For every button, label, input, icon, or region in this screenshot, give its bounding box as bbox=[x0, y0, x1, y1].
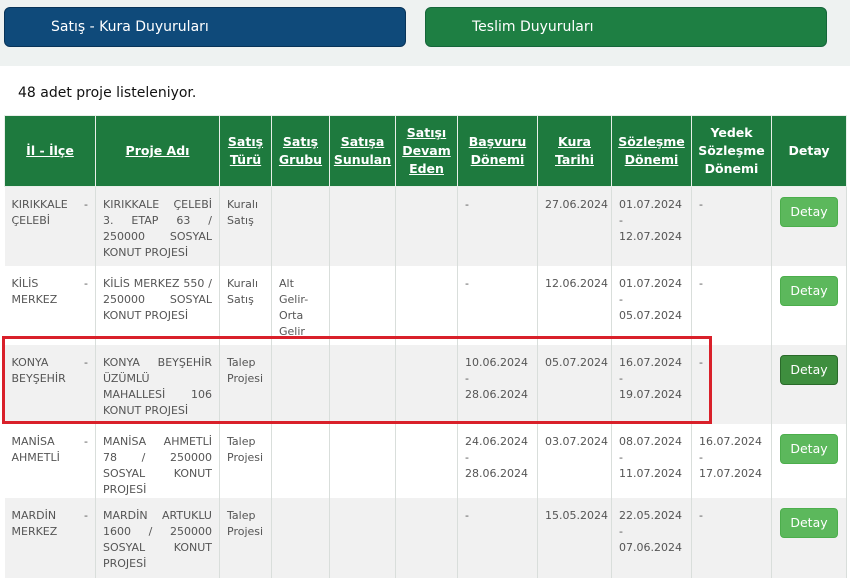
yedek-sozlesme-donemi-cell: - bbox=[691, 265, 772, 345]
sozlesme-donemi-cell: 22.05.2024 - 07.06.2024 bbox=[611, 497, 692, 578]
sozlesme-donemi-cell: 01.07.2024 - 12.07.2024 bbox=[611, 186, 692, 266]
satisi-devam-eden-cell bbox=[395, 423, 458, 498]
header-detay: Detay bbox=[771, 115, 847, 187]
satis-grubu-cell bbox=[271, 344, 330, 424]
header-satisi-devam-eden[interactable]: Satışı Devam Eden bbox=[395, 115, 458, 187]
il-ilce-cell: MANİSA - AHMETLİ bbox=[4, 423, 96, 498]
sozlesme-donemi-cell: 16.07.2024 - 19.07.2024 bbox=[611, 344, 692, 424]
satis-turu-cell: Talep Projesi bbox=[219, 497, 272, 578]
basvuru-donemi-cell: - bbox=[457, 186, 538, 266]
satisa-sunulan-cell bbox=[329, 344, 396, 424]
yedek-sozlesme-donemi-cell: - bbox=[691, 497, 772, 578]
header-yedek-sozlesme-donemi: Yedek Sözleşme Dönemi bbox=[691, 115, 772, 187]
kura-tarihi-cell: 05.07.2024 bbox=[537, 344, 612, 424]
basvuru-donemi-cell: 24.06.2024 - 28.06.2024 bbox=[457, 423, 538, 498]
basvuru-donemi-cell: - bbox=[457, 497, 538, 578]
table-row: KİLİS - MERKEZ KİLİS MERKEZ 550 / 250000 S… bbox=[4, 265, 847, 345]
kura-tarihi-cell: 27.06.2024 bbox=[537, 186, 612, 266]
satis-grubu-cell bbox=[271, 497, 330, 578]
detay-button[interactable]: Detay bbox=[780, 275, 838, 306]
proje-adi-cell: KIRIKKALE ÇELEBİ 3. ETAP 63 / 250000 SOS… bbox=[95, 186, 220, 266]
detay-button[interactable]: Detay bbox=[780, 433, 838, 464]
satisa-sunulan-cell bbox=[329, 423, 396, 498]
header-sozlesme-donemi[interactable]: Sözleşme Dönemi bbox=[611, 115, 692, 187]
satis-turu-cell: Kuralı Satış bbox=[219, 186, 272, 266]
basvuru-donemi-cell: - bbox=[457, 265, 538, 345]
detay-cell: Detay bbox=[771, 497, 847, 578]
yedek-sozlesme-donemi-cell: - bbox=[691, 344, 772, 424]
yedek-sozlesme-donemi-cell: 16.07.2024 - 17.07.2024 bbox=[691, 423, 772, 498]
sales-lottery-announcements-tab[interactable]: Satış - Kura Duyuruları bbox=[4, 7, 406, 47]
il-ilce-cell: KIRIKKALE - ÇELEBİ bbox=[4, 186, 96, 266]
yedek-sozlesme-donemi-cell: - bbox=[691, 186, 772, 266]
detay-cell: Detay bbox=[771, 344, 847, 424]
basvuru-donemi-cell: 10.06.2024 - 28.06.2024 bbox=[457, 344, 538, 424]
il-ilce-cell: KİLİS - MERKEZ bbox=[4, 265, 96, 345]
detay-cell: Detay bbox=[771, 186, 847, 266]
il-ilce-cell: KONYA - BEYŞEHİR bbox=[4, 344, 96, 424]
header-il-ilce[interactable]: İl - İlçe bbox=[4, 115, 96, 187]
kura-tarihi-cell: 12.06.2024 bbox=[537, 265, 612, 345]
header-satis-turu[interactable]: Satış Türü bbox=[219, 115, 272, 187]
satisa-sunulan-cell bbox=[329, 497, 396, 578]
satis-turu-cell: Kuralı Satış bbox=[219, 265, 272, 345]
proje-adi-cell: MARDİN ARTUKLU 1600 / 250000 SOSYAL KONU… bbox=[95, 497, 220, 578]
project-table: İl - İlçe Proje Adı Satış Türü Satış Gru… bbox=[4, 115, 847, 578]
kura-tarihi-cell: 15.05.2024 bbox=[537, 497, 612, 578]
satisi-devam-eden-cell bbox=[395, 344, 458, 424]
header-satisa-sunulan[interactable]: Satışa Sunulan bbox=[329, 115, 396, 187]
kura-tarihi-cell: 03.07.2024 bbox=[537, 423, 612, 498]
header-basvuru-donemi[interactable]: Başvuru Dönemi bbox=[457, 115, 538, 187]
delivery-announcements-tab[interactable]: Teslim Duyuruları bbox=[425, 7, 827, 47]
satis-grubu-cell: Alt Gelir-Orta Gelir bbox=[271, 265, 330, 345]
sozlesme-donemi-cell: 01.07.2024 - 05.07.2024 bbox=[611, 265, 692, 345]
satisa-sunulan-cell bbox=[329, 186, 396, 266]
detay-button[interactable]: Detay bbox=[780, 197, 838, 227]
announcement-tabs-area: Satış - Kura Duyuruları Teslim Duyurular… bbox=[0, 0, 850, 66]
il-ilce-cell: MARDİN - MERKEZ bbox=[4, 497, 96, 578]
header-kura-tarihi[interactable]: Kura Tarihi bbox=[537, 115, 612, 187]
proje-adi-cell: MANİSA AHMETLİ 78 / 250000 SOSYAL KONUT … bbox=[95, 423, 220, 498]
detay-button[interactable]: Detay bbox=[780, 507, 838, 538]
satis-grubu-cell bbox=[271, 423, 330, 498]
proje-adi-cell: KİLİS MERKEZ 550 / 250000 SOSYAL KONUT P… bbox=[95, 265, 220, 345]
detay-cell: Detay bbox=[771, 265, 847, 345]
table-header-row: İl - İlçe Proje Adı Satış Türü Satış Gru… bbox=[4, 115, 847, 187]
satis-turu-cell: Talep Projesi bbox=[219, 423, 272, 498]
proje-adi-cell: KONYA BEYŞEHİR ÜZÜMLÜ MAHALLESİ 106 KONU… bbox=[95, 344, 220, 424]
detay-button[interactable]: Detay bbox=[780, 354, 838, 385]
satisi-devam-eden-cell bbox=[395, 497, 458, 578]
project-count-text: 48 adet proje listeleniyor. bbox=[18, 85, 197, 101]
table-row: KONYA - BEYŞEHİR KONYA BEYŞEHİR ÜZÜMLÜ MAH… bbox=[4, 344, 847, 424]
table-row: MARDİN - MERKEZ MARDİN ARTUKLU 1600 / 2500… bbox=[4, 497, 847, 578]
table-row: MANİSA - AHMETLİ MANİSA AHMETLİ 78 / 25000… bbox=[4, 423, 847, 498]
header-satis-grubu[interactable]: Satış Grubu bbox=[271, 115, 330, 187]
detay-cell: Detay bbox=[771, 423, 847, 498]
satisa-sunulan-cell bbox=[329, 265, 396, 345]
satis-turu-cell: Talep Projesi bbox=[219, 344, 272, 424]
satisi-devam-eden-cell bbox=[395, 265, 458, 345]
sozlesme-donemi-cell: 08.07.2024 - 11.07.2024 bbox=[611, 423, 692, 498]
header-proje-adi[interactable]: Proje Adı bbox=[95, 115, 220, 187]
satis-grubu-cell bbox=[271, 186, 330, 266]
satisi-devam-eden-cell bbox=[395, 186, 458, 266]
table-row: KIRIKKALE - ÇELEBİ KIRIKKALE ÇELEBİ 3. ETA… bbox=[4, 186, 847, 266]
